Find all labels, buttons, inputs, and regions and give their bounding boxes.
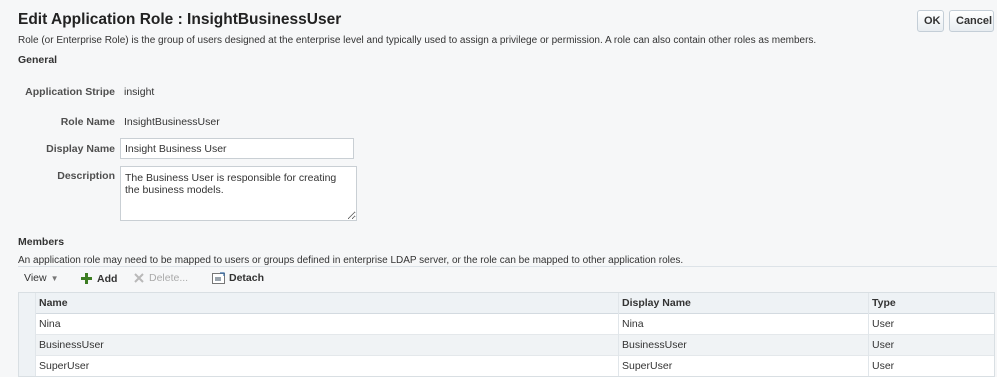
cell-name: BusinessUser — [35, 335, 618, 356]
row-selector[interactable] — [19, 335, 35, 356]
column-header-name[interactable]: Name — [35, 293, 618, 314]
cancel-button[interactable]: Cancel — [949, 10, 994, 32]
column-header-type[interactable]: Type — [868, 293, 994, 314]
delete-label: Delete... — [149, 272, 189, 284]
role-name-label: Role Name — [60, 116, 115, 128]
table-header-row: Name Display Name Type — [19, 293, 994, 314]
column-header-display-name[interactable]: Display Name — [618, 293, 868, 314]
members-heading: Members — [18, 236, 65, 248]
application-stripe-label: Application Stripe — [25, 86, 115, 98]
plus-icon — [81, 273, 92, 284]
display-name-input[interactable] — [120, 138, 354, 159]
ok-button[interactable]: OK — [917, 10, 944, 32]
add-button[interactable]: Add — [80, 272, 117, 285]
application-stripe-value: insight — [124, 86, 155, 98]
description-label: Description — [57, 170, 115, 182]
detach-icon — [212, 272, 225, 284]
table-row[interactable]: BusinessUser BusinessUser User — [19, 335, 994, 356]
role-name-value: InsightBusinessUser — [124, 116, 220, 128]
row-selector[interactable] — [19, 314, 35, 335]
x-icon — [134, 273, 144, 283]
cell-name: Nina — [35, 314, 618, 335]
cell-display-name: BusinessUser — [618, 335, 868, 356]
triangle-down-icon: ▼ — [50, 273, 59, 283]
cell-display-name: SuperUser — [618, 356, 868, 376]
description-textarea[interactable]: The Business User is responsible for cre… — [120, 166, 357, 221]
members-table: Name Display Name Type Nina Nina User Bu… — [18, 292, 995, 377]
table-row[interactable]: Nina Nina User — [19, 314, 994, 335]
table-row[interactable]: SuperUser SuperUser User — [19, 356, 994, 376]
role-description-text: Role (or Enterprise Role) is the group o… — [18, 35, 817, 46]
members-description-text: An application role may need to be mappe… — [18, 255, 684, 266]
cell-type: User — [868, 356, 994, 376]
row-selector-header — [19, 293, 35, 314]
display-name-label: Display Name — [46, 143, 115, 155]
general-heading: General — [18, 54, 58, 66]
divider — [18, 266, 997, 267]
add-label: Add — [97, 272, 118, 285]
view-menu[interactable]: View ▼ — [24, 272, 59, 284]
delete-button[interactable]: Delete... — [133, 272, 188, 284]
cell-name: SuperUser — [35, 356, 618, 376]
cell-type: User — [868, 314, 994, 335]
members-toolbar: View ▼ Add Delete... Detach — [18, 270, 418, 290]
page-title: Edit Application Role : InsightBusinessU… — [18, 11, 342, 28]
detach-button[interactable]: Detach — [212, 272, 264, 284]
row-selector[interactable] — [19, 356, 35, 376]
detach-label: Detach — [229, 272, 265, 284]
cell-type: User — [868, 335, 994, 356]
cell-display-name: Nina — [618, 314, 868, 335]
view-label: View — [24, 272, 47, 284]
